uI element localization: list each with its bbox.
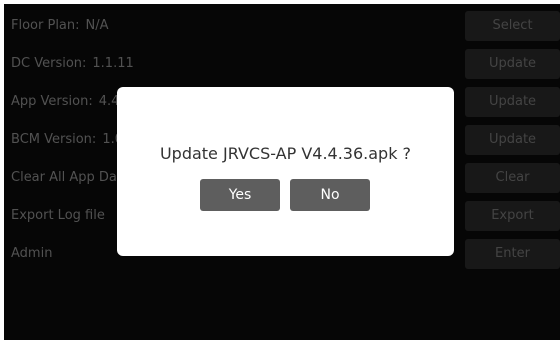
yes-button[interactable]: Yes — [200, 179, 280, 211]
update-confirm-dialog: Update JRVCS-AP V4.4.36.apk ? Yes No — [117, 87, 454, 256]
dialog-message: Update JRVCS-AP V4.4.36.apk ? — [159, 144, 412, 163]
settings-screen: Floor Plan: N/A Select DC Version: 1.1.11 … — [4, 4, 560, 340]
no-button[interactable]: No — [290, 179, 370, 211]
